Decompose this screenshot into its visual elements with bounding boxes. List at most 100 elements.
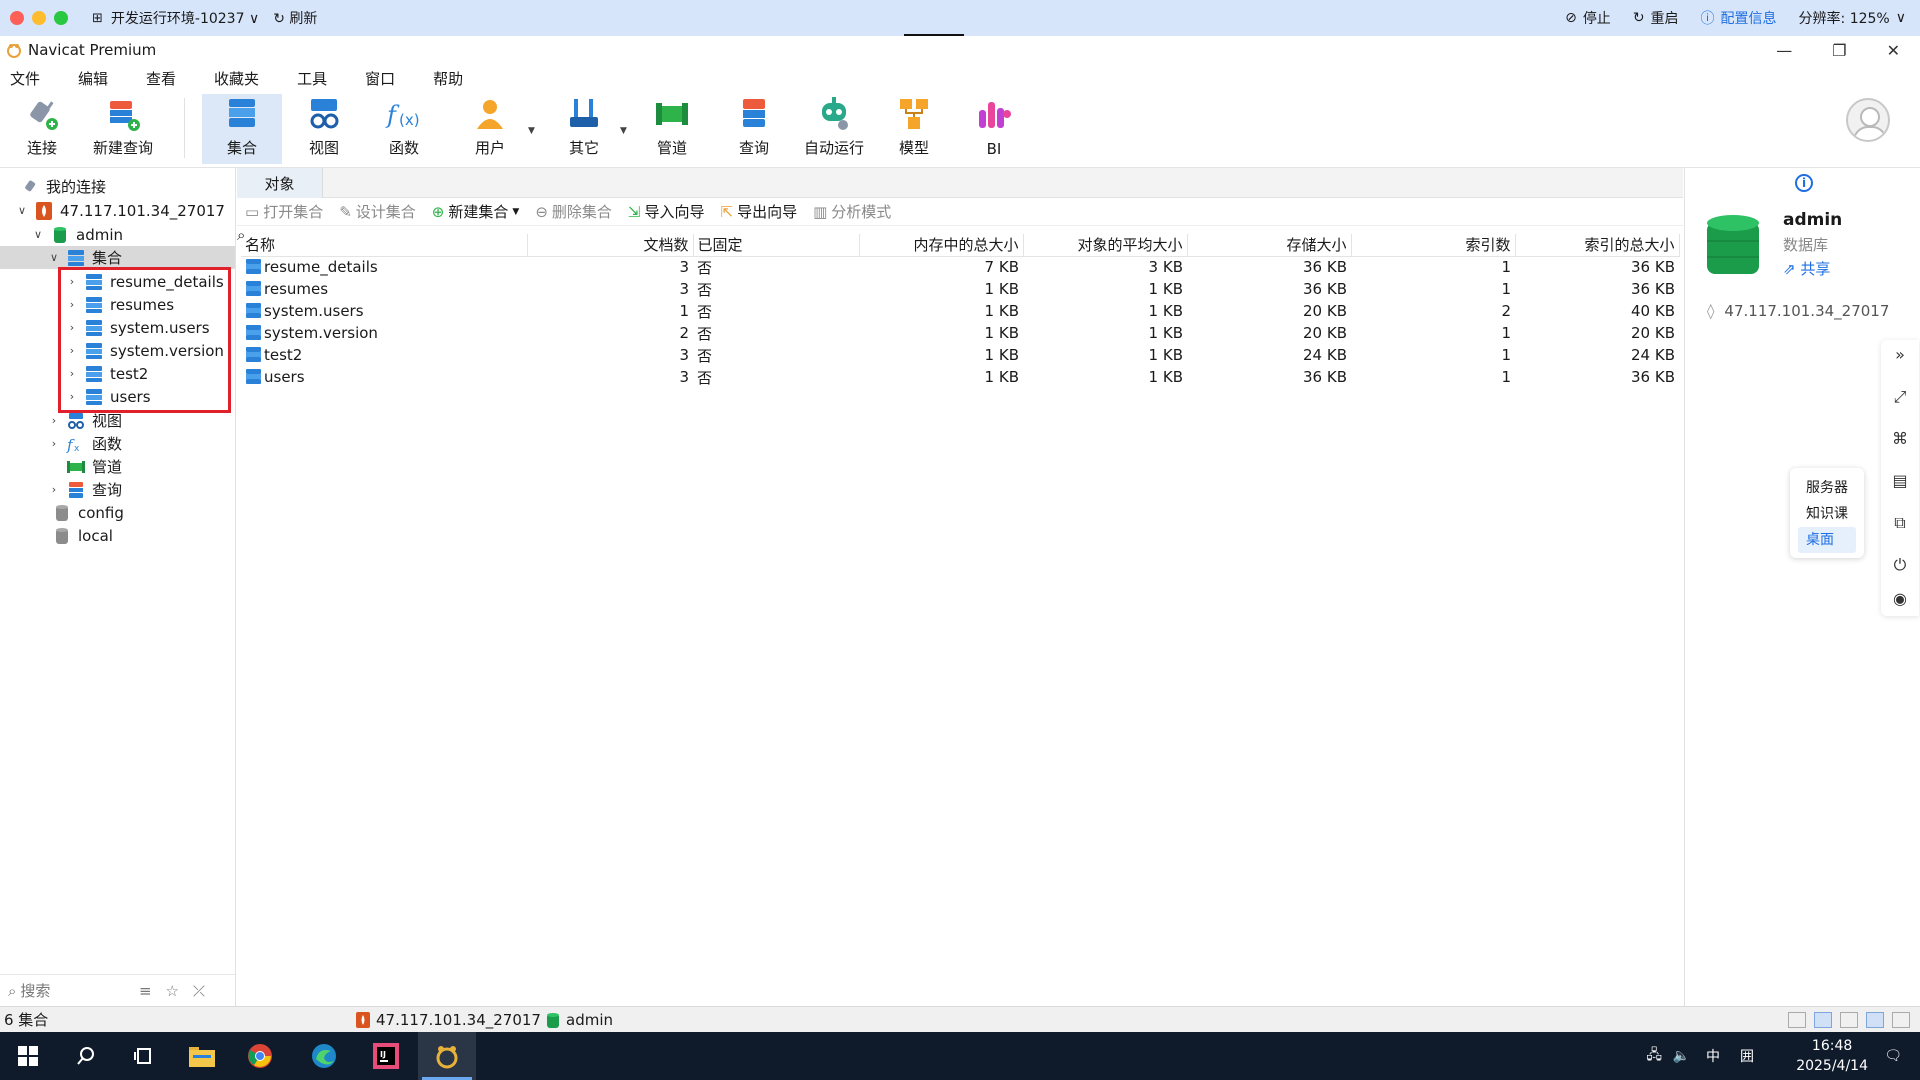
- other-dropdown-caret-icon[interactable]: ▼: [620, 126, 627, 136]
- list-view-icon[interactable]: [1814, 1011, 1832, 1028]
- query-button[interactable]: 查询: [726, 94, 782, 164]
- network-icon[interactable]: 🖧: [1646, 1044, 1662, 1068]
- table-row[interactable]: system.version 2 否 1 KB 1 KB 20 KB 1 20 …: [241, 322, 1679, 344]
- resolution-selector[interactable]: 分辨率: 125% ∨: [1799, 8, 1906, 28]
- ime-mode-icon[interactable]: 囲: [1740, 1046, 1754, 1066]
- table-row[interactable]: resumes 3 否 1 KB 1 KB 36 KB 1 36 KB: [241, 278, 1679, 300]
- env-selector[interactable]: 开发运行环境-10237 ∨: [111, 8, 259, 28]
- automation-button[interactable]: 自动运行: [800, 94, 868, 164]
- tree-queries-node[interactable]: › 查询: [48, 478, 122, 501]
- function-button[interactable]: f (x) 函数: [376, 94, 432, 164]
- column-header[interactable]: 对象的平均大小: [1023, 234, 1188, 257]
- tree-functions-node[interactable]: › fx 函数: [48, 432, 122, 455]
- table-row[interactable]: resume_details 3 否 7 KB 3 KB 36 KB 1 36 …: [241, 256, 1679, 278]
- table-row[interactable]: users 3 否 1 KB 1 KB 36 KB 1 36 KB: [241, 366, 1679, 388]
- task-view-button[interactable]: [116, 1032, 172, 1080]
- taskbar-explorer[interactable]: [174, 1032, 230, 1080]
- tree-views-node[interactable]: › 视图: [48, 409, 122, 432]
- delete-collection-button[interactable]: ⊖ 删除集合: [535, 201, 612, 222]
- chevron-right-icon[interactable]: ›: [48, 414, 60, 427]
- stop-button[interactable]: ⊘ 停止: [1565, 8, 1611, 28]
- column-header[interactable]: 索引数: [1351, 234, 1516, 257]
- user-avatar[interactable]: [1846, 98, 1890, 142]
- window-minimize-icon[interactable]: —: [1776, 41, 1792, 60]
- column-header[interactable]: 存储大小: [1187, 234, 1352, 257]
- notification-icon[interactable]: 🗨: [1884, 1048, 1902, 1064]
- import-wizard-button[interactable]: ⇲ 导入向导: [628, 201, 705, 222]
- volume-icon[interactable]: 🔈: [1673, 1048, 1690, 1064]
- analyze-schema-button[interactable]: ▥ 分析模式: [813, 201, 891, 222]
- bi-button[interactable]: BI: [966, 94, 1022, 164]
- left-panel-toggle-icon[interactable]: [1866, 1011, 1884, 1028]
- view-button[interactable]: 视图: [296, 94, 352, 164]
- other-button[interactable]: 其它: [556, 94, 612, 164]
- menu-view[interactable]: 查看: [136, 68, 192, 89]
- close-dot[interactable]: [10, 11, 24, 25]
- share-button[interactable]: ⇗ 共享: [1783, 258, 1830, 279]
- chevron-right-icon[interactable]: ›: [48, 483, 60, 496]
- star-icon[interactable]: ☆: [166, 982, 179, 1000]
- float-menu-desktop[interactable]: 桌面: [1798, 527, 1856, 553]
- menu-edit[interactable]: 编辑: [68, 68, 124, 89]
- connect-button[interactable]: 连接: [14, 94, 70, 164]
- window-restore-icon[interactable]: ❐: [1832, 41, 1846, 60]
- float-menu-course[interactable]: 知识课: [1790, 501, 1864, 527]
- taskbar-navicat[interactable]: [418, 1032, 476, 1080]
- fullscreen-icon[interactable]: ⤢: [1891, 388, 1909, 406]
- new-collection-button[interactable]: ⊕ 新建集合 ▼: [432, 201, 520, 222]
- info-icon[interactable]: i: [1795, 174, 1813, 192]
- minimize-dot[interactable]: [32, 11, 46, 25]
- tree-db-local[interactable]: local: [52, 524, 113, 547]
- new-query-button[interactable]: 新建查询: [88, 94, 158, 164]
- maximize-dot[interactable]: [54, 11, 68, 25]
- collapse-rail-icon[interactable]: »: [1891, 346, 1909, 364]
- column-header[interactable]: 内存中的总大小: [859, 234, 1024, 257]
- tree-db-admin[interactable]: ∨ admin: [32, 223, 123, 246]
- tree-db-config[interactable]: config: [52, 501, 124, 524]
- column-header[interactable]: 索引的总大小: [1515, 234, 1680, 257]
- open-collection-button[interactable]: ▭ 打开集合: [245, 201, 323, 222]
- taskbar-edge[interactable]: [296, 1032, 352, 1080]
- config-button[interactable]: ⓘ 配置信息: [1701, 8, 1777, 28]
- model-button[interactable]: 模型: [886, 94, 942, 164]
- user-button[interactable]: 用户: [462, 94, 518, 164]
- tree-pipelines-node[interactable]: 管道: [66, 455, 122, 478]
- tree-collections-node[interactable]: ∨ 集合: [0, 246, 235, 269]
- table-row[interactable]: test2 3 否 1 KB 1 KB 24 KB 1 24 KB: [241, 344, 1679, 366]
- restart-button[interactable]: ↻ 重启: [1633, 8, 1679, 28]
- collection-button[interactable]: 集合: [202, 94, 282, 164]
- float-menu-server[interactable]: 服务器: [1790, 475, 1864, 501]
- design-collection-button[interactable]: ✎ 设计集合: [339, 201, 416, 222]
- pipeline-button[interactable]: 管道: [644, 94, 700, 164]
- chevron-down-icon[interactable]: ∨: [48, 251, 60, 264]
- layout-icon[interactable]: ▤: [1891, 472, 1909, 490]
- menu-favorites[interactable]: 收藏夹: [204, 68, 275, 89]
- window-close-icon[interactable]: ✕: [1887, 41, 1900, 60]
- chevron-right-icon[interactable]: ›: [48, 437, 60, 450]
- column-header[interactable]: 名称: [241, 234, 528, 257]
- apps-icon[interactable]: ⌘: [1891, 430, 1909, 448]
- menu-help[interactable]: 帮助: [423, 68, 479, 89]
- tab-objects[interactable]: 对象: [237, 168, 323, 198]
- power-icon[interactable]: ⏻: [1891, 556, 1909, 574]
- filter-icon[interactable]: ≡: [139, 982, 152, 1000]
- chevron-down-icon[interactable]: ∨: [32, 228, 44, 241]
- export-wizard-button[interactable]: ⇱ 导出向导: [721, 201, 798, 222]
- sidebar-search[interactable]: ⌕ 搜索 ≡ ☆ ⤫: [0, 974, 235, 1006]
- grid-view-icon[interactable]: [1788, 1011, 1806, 1028]
- taskbar-chrome[interactable]: [232, 1032, 288, 1080]
- taskbar-search-button[interactable]: [58, 1032, 114, 1080]
- tree-my-connections[interactable]: 我的连接: [20, 175, 106, 198]
- menu-window[interactable]: 窗口: [355, 68, 411, 89]
- collapse-icon[interactable]: ⤫: [193, 982, 205, 1000]
- tree-connection[interactable]: ∨ 47.117.101.34_27017: [16, 199, 225, 222]
- taskbar-clock[interactable]: 16:48 2025/4/14: [1796, 1036, 1868, 1076]
- copy-icon[interactable]: ⧉: [1891, 514, 1909, 532]
- menu-file[interactable]: 文件: [0, 68, 56, 89]
- chevron-down-icon[interactable]: ∨: [16, 204, 28, 217]
- column-header[interactable]: 文档数: [527, 234, 694, 257]
- start-button[interactable]: [0, 1032, 56, 1080]
- refresh-button[interactable]: ↻ 刷新: [273, 8, 317, 28]
- table-row[interactable]: system.users 1 否 1 KB 1 KB 20 KB 2 40 KB: [241, 300, 1679, 322]
- detail-view-icon[interactable]: [1840, 1011, 1858, 1028]
